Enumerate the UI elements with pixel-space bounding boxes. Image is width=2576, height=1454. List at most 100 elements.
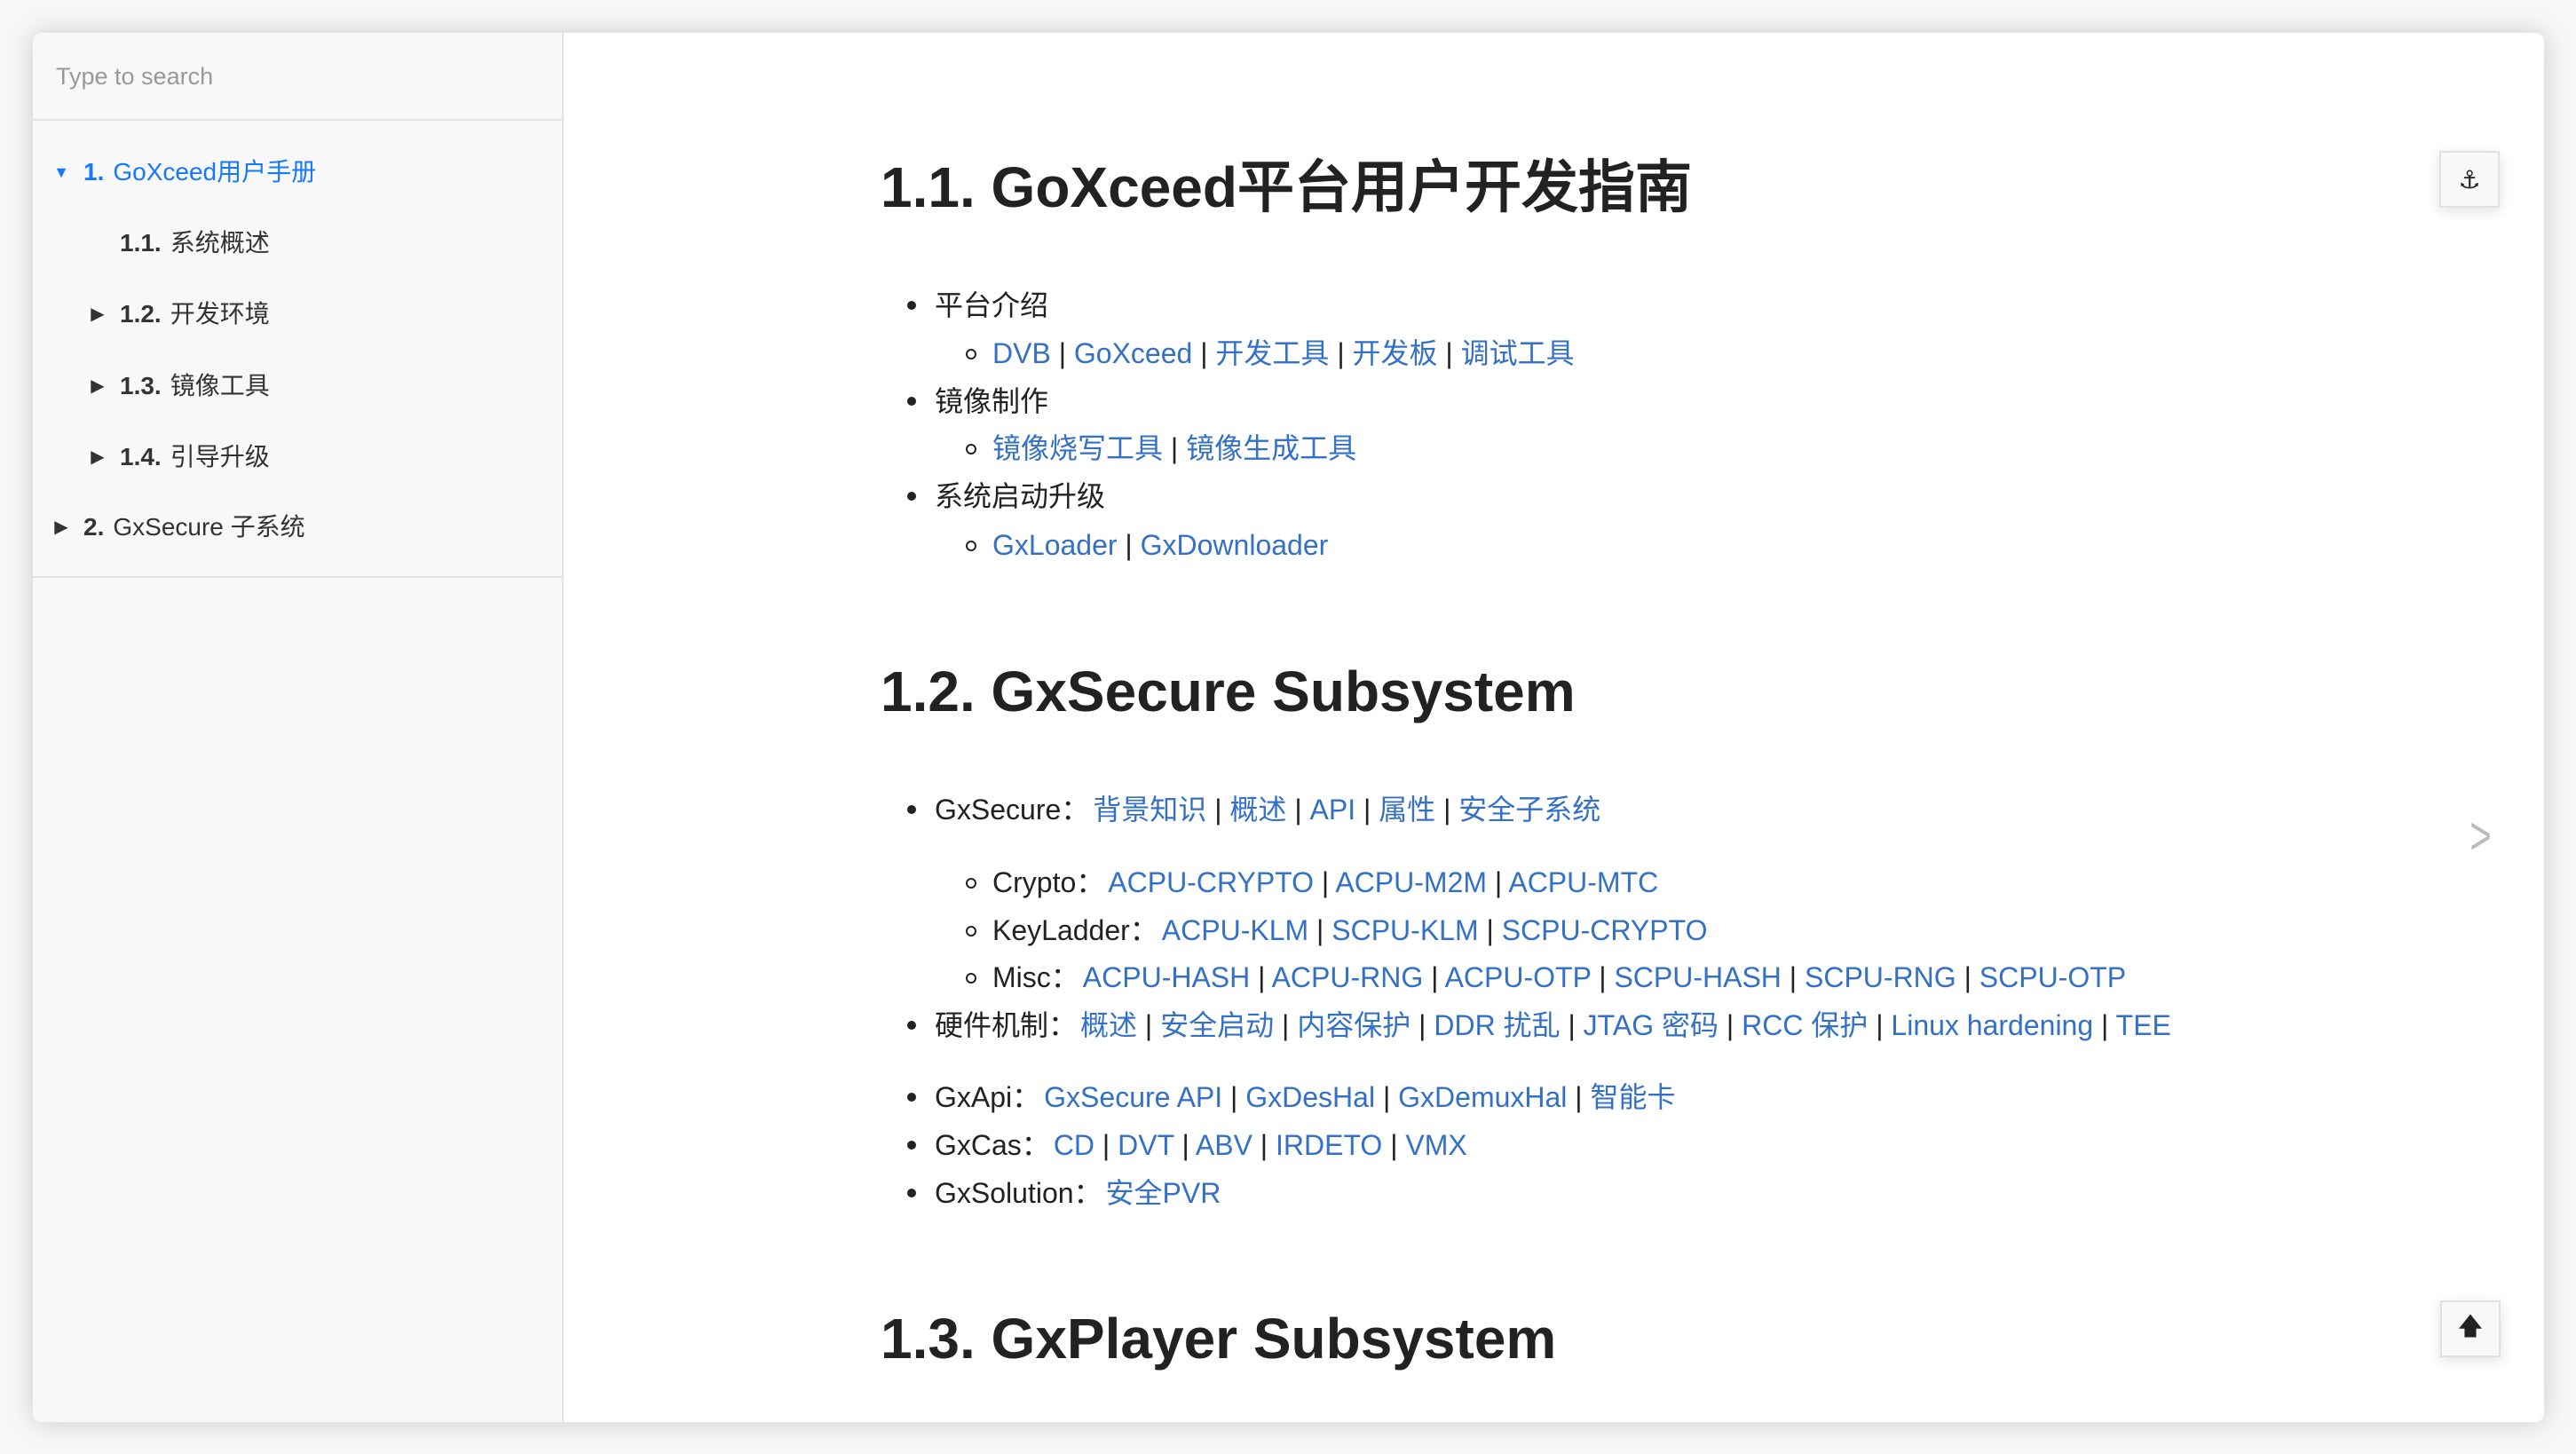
list-item: 系统启动升级 (907, 472, 1105, 520)
doc-link[interactable]: CD (1054, 1129, 1094, 1161)
sidebar: ▼ 1. GoXceed用户手册 1.1. 系统概述 ▶ 1.2. 开发环境 ▶ 1.3. 镜像工具… (33, 33, 564, 1422)
link-separator: | (1375, 1081, 1399, 1113)
doc-link[interactable]: IRDETO (1276, 1129, 1382, 1161)
list-item: GxSolution： 安全PVR (907, 1169, 1221, 1217)
doc-link[interactable]: 背景知识 (1093, 794, 1206, 826)
section-heading: 1.3. GxPlayer Subsystem (881, 1307, 1557, 1371)
item-label: GxCas： (935, 1129, 1050, 1161)
search-input[interactable] (54, 51, 537, 102)
link-separator: | (1868, 1009, 1892, 1041)
sidebar-item-number: 1.1. (120, 229, 162, 257)
bullet-circle-icon (966, 973, 976, 984)
caret-right-icon[interactable]: ▶ (52, 510, 70, 545)
doc-link[interactable]: API (1310, 794, 1356, 826)
bullet-circle-icon (966, 541, 976, 551)
doc-link[interactable]: GoXceed (1074, 337, 1192, 369)
sidebar-item[interactable]: ▶ 1.4. 引导升级 (91, 439, 270, 475)
bullet-disc-icon (907, 1093, 916, 1102)
sidebar-item-number: 1. (83, 158, 105, 186)
bullet-circle-icon (966, 878, 976, 889)
doc-link[interactable]: DVT (1118, 1129, 1173, 1161)
section-heading: 1.1. GoXceed平台用户开发指南 (881, 155, 1692, 219)
doc-link[interactable]: GxSecure API (1044, 1081, 1222, 1113)
doc-link[interactable]: 调试工具 (1461, 337, 1575, 369)
doc-link[interactable]: ABV (1196, 1129, 1252, 1161)
caret-right-icon[interactable]: ▶ (89, 296, 107, 332)
sidebar-item[interactable]: ▶ 1.2. 开发环境 (91, 296, 269, 332)
list-item: GxCas： CD | DVT | ABV | IRDETO | VMX (907, 1121, 1467, 1169)
doc-link[interactable]: 属性 (1379, 794, 1435, 826)
link-separator: | (1478, 914, 1502, 946)
doc-link[interactable]: 安全子系统 (1458, 794, 1600, 826)
link-separator: | (1314, 866, 1336, 898)
caret-right-icon[interactable]: ▶ (89, 368, 107, 404)
doc-link[interactable]: ACPU-OTP (1445, 961, 1592, 993)
doc-link[interactable]: 安全PVR (1106, 1177, 1221, 1209)
doc-link[interactable]: DDR 扰乱 (1434, 1009, 1560, 1041)
doc-link[interactable]: 开发工具 (1215, 337, 1329, 369)
next-page-chevron-icon[interactable]: > (2469, 805, 2492, 866)
doc-link[interactable]: ACPU-HASH (1083, 961, 1250, 993)
list-item: 镜像烧写工具 | 镜像生成工具 (966, 424, 1356, 472)
doc-link[interactable]: GxDesHal (1245, 1081, 1375, 1113)
doc-link[interactable]: ACPU-CRYPTO (1108, 866, 1314, 898)
link-separator: | (1410, 1009, 1434, 1041)
doc-link[interactable]: GxDownloader (1141, 529, 1329, 561)
doc-link[interactable]: 镜像烧写工具 (992, 432, 1163, 464)
sidebar-item[interactable]: ▼ 1. GoXceed用户手册 (53, 154, 316, 190)
doc-link[interactable]: RCC 保护 (1742, 1009, 1868, 1041)
doc-link[interactable]: TEE (2116, 1009, 2171, 1041)
doc-link[interactable]: SCPU-KLM (1331, 914, 1478, 946)
link-separator: | (2093, 1009, 2116, 1041)
doc-link[interactable]: JTAG 密码 (1584, 1009, 1719, 1041)
doc-link[interactable]: GxLoader (992, 529, 1118, 561)
item-label: KeyLadder： (992, 914, 1158, 946)
bullet-circle-icon (966, 444, 976, 454)
doc-link[interactable]: VMX (1405, 1129, 1466, 1161)
sidebar-item[interactable]: ▶ 1.3. 镜像工具 (91, 368, 269, 404)
sidebar-item-label: 引导升级 (170, 443, 270, 470)
doc-link[interactable]: 安全启动 (1160, 1009, 1274, 1041)
app-window: ▼ 1. GoXceed用户手册 1.1. 系统概述 ▶ 1.2. 开发环境 ▶ 1.3. 镜像工具… (33, 33, 2544, 1422)
caret-down-icon[interactable]: ▼ (52, 154, 70, 190)
link-separator: | (1487, 866, 1509, 898)
doc-link[interactable]: ACPU-MTC (1508, 866, 1658, 898)
list-item: 平台介绍 (907, 281, 1048, 329)
doc-link[interactable]: 内容保护 (1297, 1009, 1410, 1041)
search-box (33, 33, 562, 121)
doc-link[interactable]: 镜像生成工具 (1186, 432, 1356, 464)
doc-link[interactable]: GxDemuxHal (1398, 1081, 1567, 1113)
list-item: KeyLadder： ACPU-KLM | SCPU-KLM | SCPU-CRY… (966, 906, 1708, 954)
link-separator: | (1137, 1009, 1161, 1041)
doc-link[interactable]: ACPU-M2M (1335, 866, 1487, 898)
anchor-button[interactable]: ⚓ (2439, 151, 2500, 208)
bullet-disc-icon (907, 1189, 916, 1197)
doc-link[interactable]: SCPU-CRYPTO (1502, 914, 1708, 946)
doc-link[interactable]: ACPU-KLM (1162, 914, 1308, 946)
doc-link[interactable]: 开发板 (1353, 337, 1438, 369)
doc-link[interactable]: SCPU-OTP (1979, 961, 2126, 993)
caret-right-icon[interactable]: ▶ (89, 439, 107, 475)
arrow-up-icon: 🡅 (2457, 1312, 2484, 1339)
item-label: GxSecure： (935, 794, 1090, 826)
link-separator: | (1567, 1081, 1591, 1113)
sidebar-item-label: GxSecure 子系统 (113, 513, 305, 541)
doc-link[interactable]: SCPU-HASH (1614, 961, 1781, 993)
doc-link[interactable]: SCPU-RNG (1805, 961, 1956, 993)
doc-link[interactable]: 智能卡 (1591, 1081, 1676, 1113)
sidebar-item-number: 1.4. (120, 443, 162, 470)
sidebar-item[interactable]: ▶ 2. GxSecure 子系统 (54, 510, 305, 545)
link-separator: | (1718, 1009, 1742, 1041)
doc-link[interactable]: DVB (992, 337, 1051, 369)
bullet-circle-icon (966, 926, 976, 936)
sidebar-item[interactable]: 1.1. 系统概述 (120, 225, 270, 261)
doc-link[interactable]: ACPU-RNG (1272, 961, 1424, 993)
doc-link[interactable]: 概述 (1229, 794, 1286, 826)
doc-link[interactable]: Linux hardening (1891, 1009, 2093, 1041)
back-to-top-button[interactable]: 🡅 (2440, 1300, 2501, 1357)
doc-link[interactable]: 概述 (1080, 1009, 1137, 1041)
list-item: 镜像制作 (907, 377, 1048, 425)
bullet-disc-icon (907, 301, 916, 310)
item-label: Crypto： (992, 866, 1105, 898)
link-separator: | (1173, 1129, 1196, 1161)
